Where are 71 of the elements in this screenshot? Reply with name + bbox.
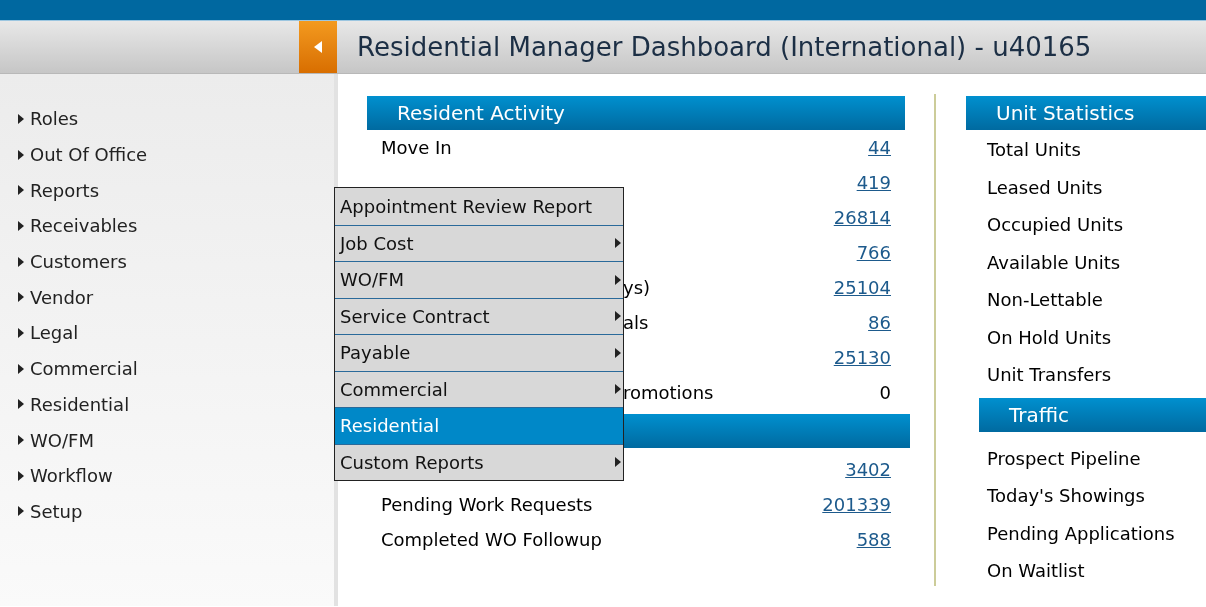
submenu-arrow-icon (615, 457, 621, 468)
caret-icon (18, 220, 24, 231)
stat-link[interactable]: Pending Applications (979, 514, 1206, 552)
stat-link[interactable]: 44 (868, 134, 891, 161)
stat-link[interactable]: 3402 (845, 456, 891, 483)
sidebar-item[interactable]: WO/FM (0, 422, 334, 458)
sidebar-item[interactable]: Out Of Office (0, 136, 334, 173)
caret-icon (18, 149, 24, 160)
collapse-button[interactable] (299, 21, 337, 73)
caret-icon (18, 435, 24, 446)
section-title: Traffic (1008, 401, 1070, 429)
section-title: Resident Activity (396, 100, 565, 127)
menu-item[interactable]: Job Cost (335, 224, 623, 261)
stat-link[interactable]: Leased Units (973, 168, 1206, 206)
stat-link[interactable]: 86 (868, 309, 891, 336)
caret-icon (18, 185, 24, 196)
stat-link[interactable]: Occupied Units (973, 206, 1206, 244)
stat-label: ys) (623, 276, 651, 300)
caret-icon (18, 506, 24, 517)
caret-icon (18, 256, 24, 267)
stat-label: Move In (381, 136, 452, 160)
stat-link[interactable]: 25104 (833, 274, 891, 301)
menu-item[interactable]: Custom Reports (335, 443, 623, 480)
sidebar-item[interactable]: Commercial (0, 350, 334, 387)
submenu-arrow-icon (615, 384, 621, 395)
stat-link[interactable]: On Waitlist (979, 552, 1206, 590)
stat-link[interactable]: Total Units (973, 131, 1206, 169)
menu-item[interactable]: Service Contract (335, 297, 623, 334)
submenu-arrow-icon (615, 347, 621, 358)
caret-icon (18, 292, 24, 303)
menu-item[interactable]: Residential (335, 407, 623, 444)
page-title: Residential Manager Dashboard (International) - u40165 (357, 30, 1092, 64)
sidebar-item[interactable]: Reports (0, 172, 334, 209)
caret-icon (18, 363, 24, 374)
left-arrow-icon (314, 41, 322, 53)
stat-label: romotions (623, 381, 714, 405)
sidebar-item[interactable]: Customers (0, 243, 334, 280)
caret-icon (18, 470, 24, 481)
section-title: Unit Statistics (995, 100, 1135, 127)
sidebar-item[interactable]: Legal (0, 315, 334, 351)
stat-link[interactable]: 588 (856, 526, 891, 553)
caret-icon (18, 113, 24, 124)
stat-link[interactable]: 201339 (822, 491, 891, 518)
stat-link[interactable]: 419 (856, 169, 891, 196)
submenu-arrow-icon (615, 238, 621, 249)
caret-icon (18, 399, 24, 410)
submenu-arrow-icon (615, 274, 621, 285)
stat-link[interactable]: 26814 (833, 204, 891, 231)
stat-link[interactable]: Prospect Pipeline (979, 439, 1206, 477)
stat-label: Completed WO Followup (381, 528, 602, 552)
menu-item[interactable]: WO/FM (335, 261, 623, 298)
stat-link[interactable]: Today's Showings (979, 477, 1206, 515)
menu-item[interactable]: Appointment Review Report (335, 188, 623, 225)
menu-item[interactable]: Payable (335, 334, 623, 371)
stat-label: als (623, 311, 649, 335)
sidebar-item[interactable]: Residential (0, 386, 334, 423)
stat-link[interactable]: Available Units (973, 243, 1206, 281)
stat-label: Pending Work Requests (381, 493, 593, 517)
stat-link[interactable]: Unit Transfers (973, 356, 1206, 394)
caret-icon (18, 327, 24, 338)
sidebar-item[interactable]: Vendor (0, 279, 334, 316)
stat-value: 0 (879, 381, 891, 405)
stat-link[interactable]: 766 (856, 239, 891, 266)
submenu-arrow-icon (615, 311, 621, 322)
stat-link[interactable]: Non-Lettable (973, 281, 1206, 319)
stat-link[interactable]: 25130 (833, 344, 891, 371)
sidebar-item[interactable]: Receivables (0, 208, 334, 244)
sidebar-item[interactable]: Roles (0, 101, 334, 137)
sidebar-item[interactable]: Workflow (0, 457, 334, 494)
stat-link[interactable]: On Hold Units (973, 318, 1206, 356)
sidebar-item[interactable]: Setup (0, 493, 334, 530)
